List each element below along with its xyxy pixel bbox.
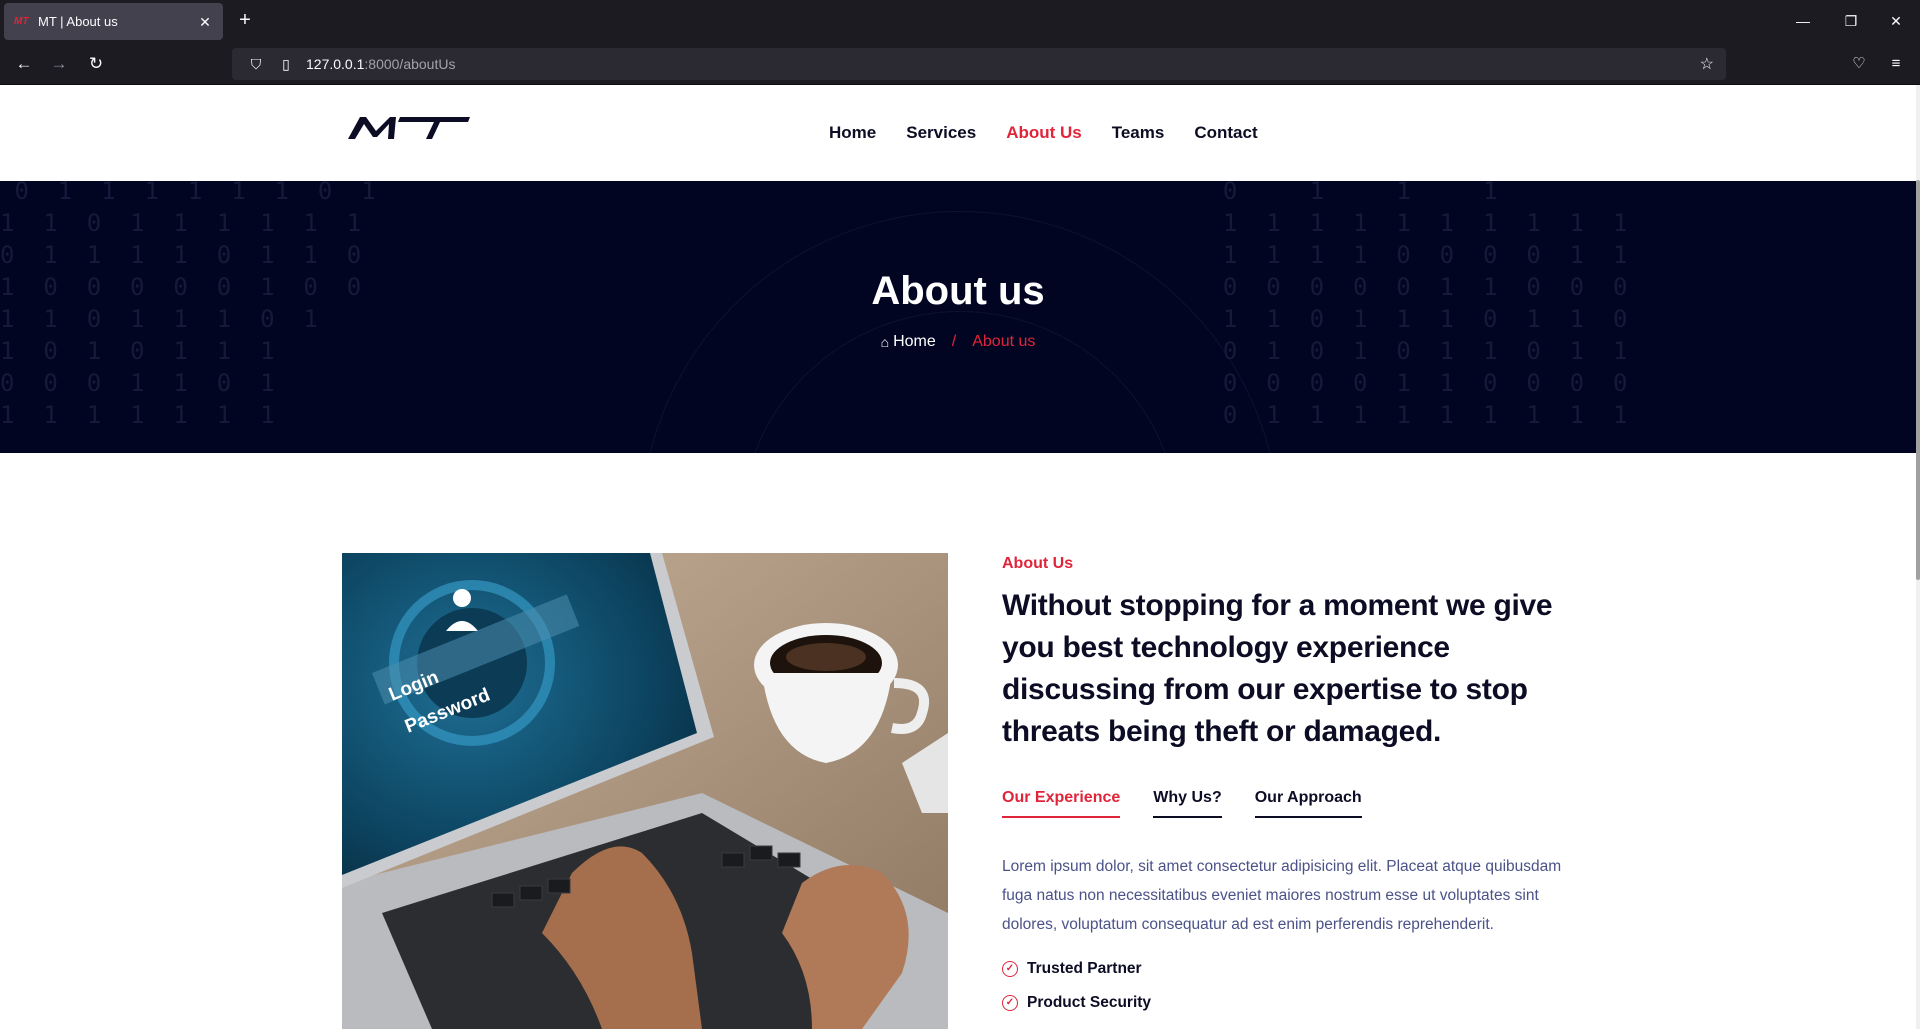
restore-icon[interactable]: ❐ bbox=[1840, 10, 1862, 32]
site-logo[interactable] bbox=[346, 115, 472, 141]
feature-list: ✓ Trusted Partner ✓ Product Security bbox=[1002, 957, 1582, 1015]
menu-icon[interactable]: ≡ bbox=[1884, 52, 1908, 76]
tab-title: MT | About us bbox=[38, 14, 118, 29]
section-subtitle: About Us bbox=[1002, 555, 1074, 572]
tab-why-us[interactable]: Why Us? bbox=[1153, 789, 1222, 818]
tab-our-experience[interactable]: Our Experience bbox=[1002, 789, 1121, 818]
page-banner: 0 1 1 1 1 1 1 0 1 1 1 0 1 1 1 1 1 1 0 1 … bbox=[0, 181, 1916, 453]
new-tab-icon[interactable]: + bbox=[236, 10, 254, 30]
feature-label: Product Security bbox=[1027, 994, 1152, 1011]
window-close-icon[interactable]: ✕ bbox=[1885, 10, 1907, 32]
section-headline: Without stopping for a moment we give yo… bbox=[1002, 589, 1553, 748]
url-host: 127.0.0.1 bbox=[306, 56, 365, 72]
breadcrumb-home-label: Home bbox=[893, 333, 936, 350]
breadcrumb-current: About us bbox=[972, 333, 1036, 350]
breadcrumb-separator: / bbox=[951, 333, 957, 350]
browser-toolbar: ← → ↻ ⛉ ▯ 127.0.0.1:8000/aboutUs ☆ ♡ ≡ bbox=[0, 43, 1920, 85]
feature-label: Trusted Partner bbox=[1027, 960, 1142, 977]
breadcrumb: ⌂ Home / About us bbox=[0, 333, 1916, 351]
shield-icon[interactable]: ⛉ bbox=[246, 56, 266, 73]
nav-contact[interactable]: Contact bbox=[1194, 123, 1257, 143]
about-image: Login Password bbox=[342, 553, 948, 1029]
nav-home[interactable]: Home bbox=[829, 123, 876, 143]
nav-services[interactable]: Services bbox=[906, 123, 976, 143]
browser-tab[interactable]: MT MT | About us ✕ bbox=[4, 3, 223, 40]
address-bar[interactable]: ⛉ ▯ 127.0.0.1:8000/aboutUs ☆ bbox=[232, 48, 1726, 80]
check-circle-icon: ✓ bbox=[1002, 995, 1018, 1011]
page-viewport: Home Services About Us Teams Contact 0 1… bbox=[0, 85, 1920, 1029]
page-icon: ▯ bbox=[282, 55, 290, 72]
tab-our-approach[interactable]: Our Approach bbox=[1254, 789, 1362, 818]
browser-chrome: MT MT | About us ✕ + — ❐ ✕ ← → ↻ ⛉ ▯ 127… bbox=[0, 0, 1920, 85]
home-icon: ⌂ bbox=[880, 334, 890, 350]
close-tab-icon[interactable]: ✕ bbox=[197, 14, 213, 30]
pocket-icon[interactable]: ♡ bbox=[1847, 52, 1871, 76]
tab-body-text: Lorem ipsum dolor, sit amet consectetur … bbox=[1002, 858, 1562, 933]
forward-arrow-icon[interactable]: → bbox=[47, 52, 71, 76]
nav-about-us[interactable]: About Us bbox=[1006, 123, 1082, 143]
main-nav: Home Services About Us Teams Contact bbox=[829, 123, 1258, 143]
list-item: ✓ Trusted Partner bbox=[1002, 957, 1582, 981]
page-title: About us bbox=[871, 269, 1045, 313]
url-path: :8000/aboutUs bbox=[364, 56, 456, 72]
url-text[interactable]: 127.0.0.1:8000/aboutUs bbox=[306, 56, 455, 72]
list-item: ✓ Product Security bbox=[1002, 991, 1582, 1015]
check-circle-icon: ✓ bbox=[1002, 961, 1018, 977]
tab-bar: MT MT | About us ✕ + — ❐ ✕ bbox=[0, 0, 1920, 43]
about-tabs: Our Experience Why Us? Our Approach bbox=[1002, 789, 1582, 818]
favicon-icon: MT bbox=[14, 16, 29, 27]
bookmark-star-icon[interactable]: ☆ bbox=[1700, 54, 1714, 74]
back-arrow-icon[interactable]: ← bbox=[12, 52, 36, 76]
breadcrumb-home[interactable]: ⌂ Home bbox=[881, 333, 936, 351]
laptop-photo: Login Password bbox=[342, 553, 948, 1029]
scrollbar-thumb[interactable] bbox=[1916, 180, 1920, 580]
page-scrollbar[interactable] bbox=[1916, 85, 1920, 1029]
about-content: About Us Without stopping for a moment w… bbox=[1002, 555, 1582, 1025]
logo-mt-icon bbox=[348, 117, 470, 139]
nav-teams[interactable]: Teams bbox=[1112, 123, 1165, 143]
minimize-icon[interactable]: — bbox=[1792, 10, 1814, 32]
reload-icon[interactable]: ↻ bbox=[84, 52, 108, 76]
site-header: Home Services About Us Teams Contact bbox=[0, 85, 1916, 181]
